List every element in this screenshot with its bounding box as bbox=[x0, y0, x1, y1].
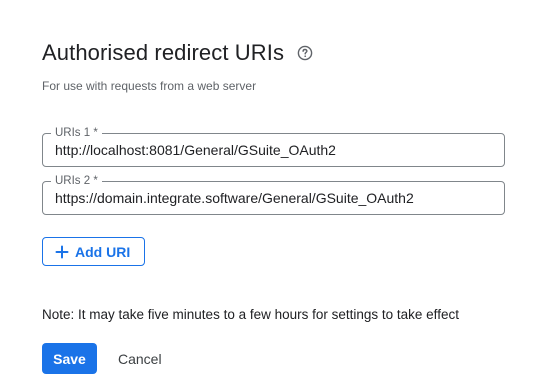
redirect-uris-panel: Authorised redirect URIs For use with re… bbox=[0, 0, 557, 392]
plus-icon bbox=[55, 245, 69, 259]
help-circle-icon[interactable] bbox=[297, 45, 313, 61]
section-subtitle: For use with requests from a web server bbox=[42, 79, 257, 93]
section-title: Authorised redirect URIs bbox=[42, 40, 285, 65]
uri-field-2[interactable]: URIs 2 * https://domain.integrate.softwa… bbox=[42, 174, 505, 215]
uri-field-2-input[interactable]: https://domain.integrate.software/Genera… bbox=[55, 190, 494, 207]
uri-field-1-label: URIs 1 * bbox=[51, 126, 102, 140]
cancel-button[interactable]: Cancel bbox=[108, 343, 172, 374]
add-uri-button[interactable]: Add URI bbox=[42, 237, 146, 266]
save-button[interactable]: Save bbox=[42, 343, 97, 374]
uri-field-2-label: URIs 2 * bbox=[51, 174, 102, 188]
settings-note: Note: It may take five minutes to a few … bbox=[42, 307, 459, 322]
uri-field-1[interactable]: URIs 1 * http://localhost:8081/General/G… bbox=[42, 126, 505, 167]
section-header: Authorised redirect URIs bbox=[42, 40, 313, 66]
add-uri-label: Add URI bbox=[75, 243, 131, 260]
uri-field-1-input[interactable]: http://localhost:8081/General/GSuite_OAu… bbox=[55, 142, 494, 159]
